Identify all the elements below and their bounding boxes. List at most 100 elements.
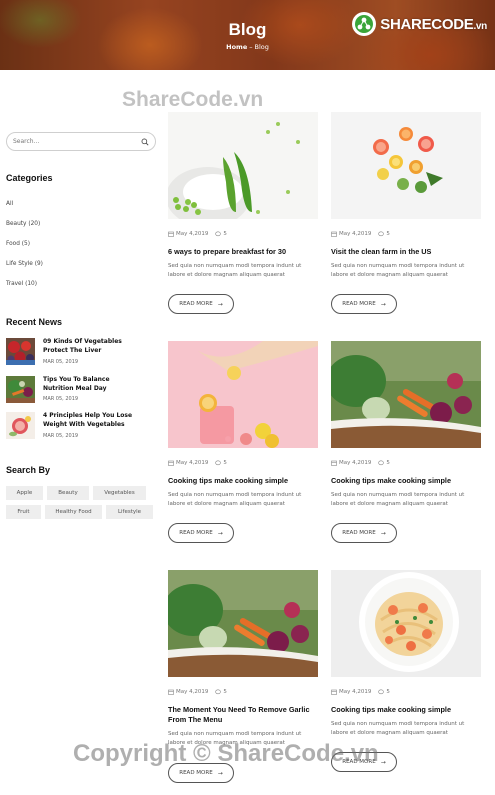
category-all[interactable]: All <box>6 201 13 207</box>
calendar-icon <box>168 689 174 695</box>
post-date: May 4,2019 <box>339 689 372 695</box>
arrow-right-icon: → <box>217 300 223 308</box>
post-title[interactable]: Cooking tips make cooking simple <box>331 476 481 486</box>
calendar-icon <box>331 460 337 466</box>
breadcrumb-separator: – <box>249 43 253 51</box>
read-more-button[interactable]: READ MORE → <box>331 294 397 314</box>
recent-news-heading: Recent News <box>6 317 63 327</box>
brand-domain: .vn <box>473 20 487 32</box>
tag-vegetables[interactable]: Vegetables <box>93 486 146 500</box>
comment-icon <box>378 689 385 695</box>
post-excerpt: Sed quia non numquam modi tempora indunt… <box>168 492 302 507</box>
recent-news-item[interactable]: Tips You To Balance Nutrition Meal Day M… <box>6 376 156 406</box>
calendar-icon <box>331 689 337 695</box>
recent-news-item[interactable]: 4 Principles Help You Lose Weight With V… <box>6 412 156 442</box>
watermark-top: ShareCode.vn <box>122 88 264 111</box>
breadcrumb-home-link[interactable]: Home <box>226 43 247 51</box>
read-more-label: READ MORE <box>179 530 213 536</box>
tag-beauty[interactable]: Beauty <box>47 486 89 500</box>
category-travel[interactable]: Travel (10) <box>6 281 37 287</box>
vegetables-thumb-icon <box>6 376 35 403</box>
comment-icon <box>378 460 385 466</box>
post-title[interactable]: Cooking tips make cooking simple <box>331 705 481 715</box>
tag-fruit[interactable]: Fruit <box>6 505 41 519</box>
brand-logo[interactable]: SHARECODE.vn <box>351 11 487 37</box>
news-thumbnail[interactable] <box>6 338 35 365</box>
comment-count: 5 <box>386 231 390 237</box>
post-date: May 4,2019 <box>176 460 209 466</box>
post-date: May 4,2019 <box>176 689 209 695</box>
peas-image-icon <box>168 112 318 219</box>
lemonade-image-icon <box>168 341 318 448</box>
tag-healthy-food[interactable]: Healthy Food <box>45 505 102 519</box>
search-icon[interactable] <box>141 138 149 146</box>
post-meta: May 4,2019 5 <box>331 689 390 695</box>
read-more-button[interactable]: READ MORE → <box>168 523 234 543</box>
post-title[interactable]: The Moment You Need To Remove Garlic Fro… <box>168 705 318 725</box>
arrow-right-icon: → <box>380 758 386 766</box>
category-beauty[interactable]: Beauty (20) <box>6 221 40 227</box>
read-more-label: READ MORE <box>342 530 376 536</box>
post-meta: May 4,2019 5 <box>331 460 390 466</box>
comment-count: 5 <box>223 460 227 466</box>
vegetable-basket-image-icon <box>168 570 318 677</box>
citrus-image-icon <box>331 112 481 219</box>
read-more-label: READ MORE <box>179 301 213 307</box>
news-date: MAR 05, 2019 <box>43 433 79 439</box>
vegetable-basket-image-icon <box>331 341 481 448</box>
tag-lifestyle[interactable]: Lifestyle <box>106 505 153 519</box>
category-food[interactable]: Food (5) <box>6 241 30 247</box>
post-excerpt: Sed quia non numquam modi tempora indunt… <box>331 263 465 278</box>
read-more-label: READ MORE <box>179 770 213 776</box>
tag-apple[interactable]: Apple <box>6 486 43 500</box>
post-image[interactable] <box>331 570 481 677</box>
news-thumbnail[interactable] <box>6 376 35 403</box>
hero-banner: Blog Home – Blog SHARECODE.vn <box>0 0 495 70</box>
brand-name: SHARECODE <box>380 15 474 33</box>
post-excerpt: Sed quia non numquam modi tempora indunt… <box>331 721 465 736</box>
read-more-button[interactable]: READ MORE → <box>331 523 397 543</box>
post-image[interactable] <box>331 341 481 448</box>
post-image[interactable] <box>168 570 318 677</box>
news-title[interactable]: Tips You To Balance Nutrition Meal Day <box>43 376 138 393</box>
post-image[interactable] <box>168 341 318 448</box>
search-input[interactable] <box>13 138 141 145</box>
shrimp-pasta-image-icon <box>331 570 481 677</box>
calendar-icon <box>331 231 337 237</box>
post-meta: May 4,2019 5 <box>331 231 390 237</box>
calendar-icon <box>168 231 174 237</box>
comment-icon <box>215 460 222 466</box>
post-title[interactable]: Cooking tips make cooking simple <box>168 476 318 486</box>
search-box[interactable] <box>6 132 156 151</box>
pomegranate-thumb-icon <box>6 412 35 439</box>
post-date: May 4,2019 <box>176 231 209 237</box>
post-title[interactable]: 6 ways to prepare breakfast for 30 <box>168 247 318 257</box>
watermark-bottom: Copyright © ShareCode.vn <box>73 740 379 767</box>
news-date: MAR 05, 2019 <box>43 396 79 402</box>
news-thumbnail[interactable] <box>6 412 35 439</box>
category-life-style[interactable]: Life Style (9) <box>6 261 43 267</box>
comment-count: 5 <box>386 460 390 466</box>
news-title[interactable]: 4 Principles Help You Lose Weight With V… <box>43 412 138 429</box>
search-by-heading: Search By <box>6 465 51 475</box>
comment-icon <box>215 689 222 695</box>
sharecode-logo-icon <box>352 12 377 36</box>
post-meta: May 4,2019 5 <box>168 231 227 237</box>
comment-icon <box>378 231 385 237</box>
read-more-label: READ MORE <box>342 301 376 307</box>
news-title[interactable]: 09 Kinds Of Vegetables Protect The Liver <box>43 338 138 355</box>
post-meta: May 4,2019 5 <box>168 689 227 695</box>
post-image[interactable] <box>331 112 481 219</box>
categories-heading: Categories <box>6 173 53 183</box>
arrow-right-icon: → <box>217 529 223 537</box>
comment-count: 5 <box>223 231 227 237</box>
post-date: May 4,2019 <box>339 460 372 466</box>
breadcrumb-current: Blog <box>254 43 269 51</box>
read-more-button[interactable]: READ MORE → <box>168 294 234 314</box>
news-date: MAR 05, 2019 <box>43 359 79 365</box>
post-image[interactable] <box>168 112 318 219</box>
breadcrumb: Home – Blog <box>0 43 495 51</box>
post-excerpt: Sed quia non numquam modi tempora indunt… <box>331 492 465 507</box>
recent-news-item[interactable]: 09 Kinds Of Vegetables Protect The Liver… <box>6 338 156 368</box>
post-title[interactable]: Visit the clean farm in the US <box>331 247 481 257</box>
